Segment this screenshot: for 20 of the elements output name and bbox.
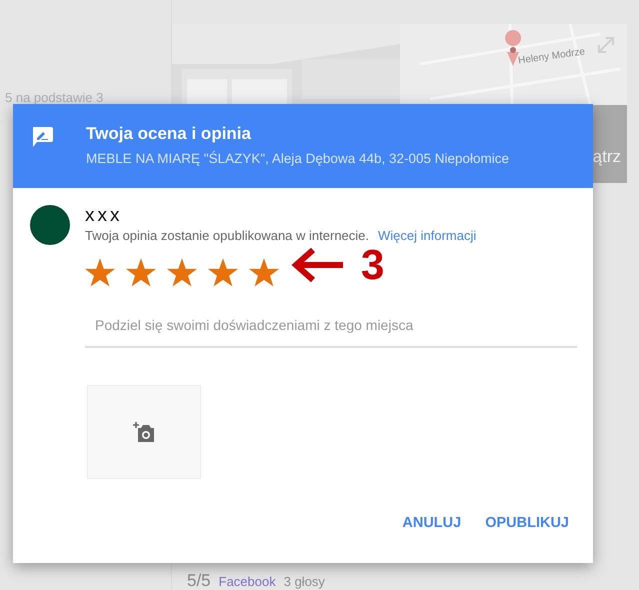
place-address: MEBLE NA MIARĘ "ŚLAZYK", Aleja Dębowa 44b, 32-005 Niepołomice xyxy=(86,151,510,166)
source-score: 5/5 xyxy=(187,571,211,590)
star-icon[interactable] xyxy=(167,257,197,287)
source-link[interactable]: Facebook xyxy=(218,574,276,589)
star-icon[interactable] xyxy=(85,257,115,287)
dialog-title: Twoja ocena i opinia xyxy=(86,124,252,144)
avatar xyxy=(30,205,70,245)
review-icon xyxy=(31,127,53,147)
more-info-link[interactable]: Więcej informacji xyxy=(378,228,476,243)
street-label: Heleny Modrze xyxy=(518,46,586,67)
arrow-icon xyxy=(291,247,345,283)
publish-notice: Twoja opinia zostanie opublikowana w internecie. xyxy=(85,228,370,243)
votes-count: 3 głosy xyxy=(284,574,325,589)
add-photo-button[interactable] xyxy=(87,385,201,479)
star-icon[interactable] xyxy=(249,257,279,287)
user-name: xxx xyxy=(85,205,122,227)
star-icon[interactable] xyxy=(126,257,156,287)
annotation-number: 3 xyxy=(361,244,384,286)
star-icon[interactable] xyxy=(208,257,238,287)
add-camera-icon xyxy=(132,421,156,443)
